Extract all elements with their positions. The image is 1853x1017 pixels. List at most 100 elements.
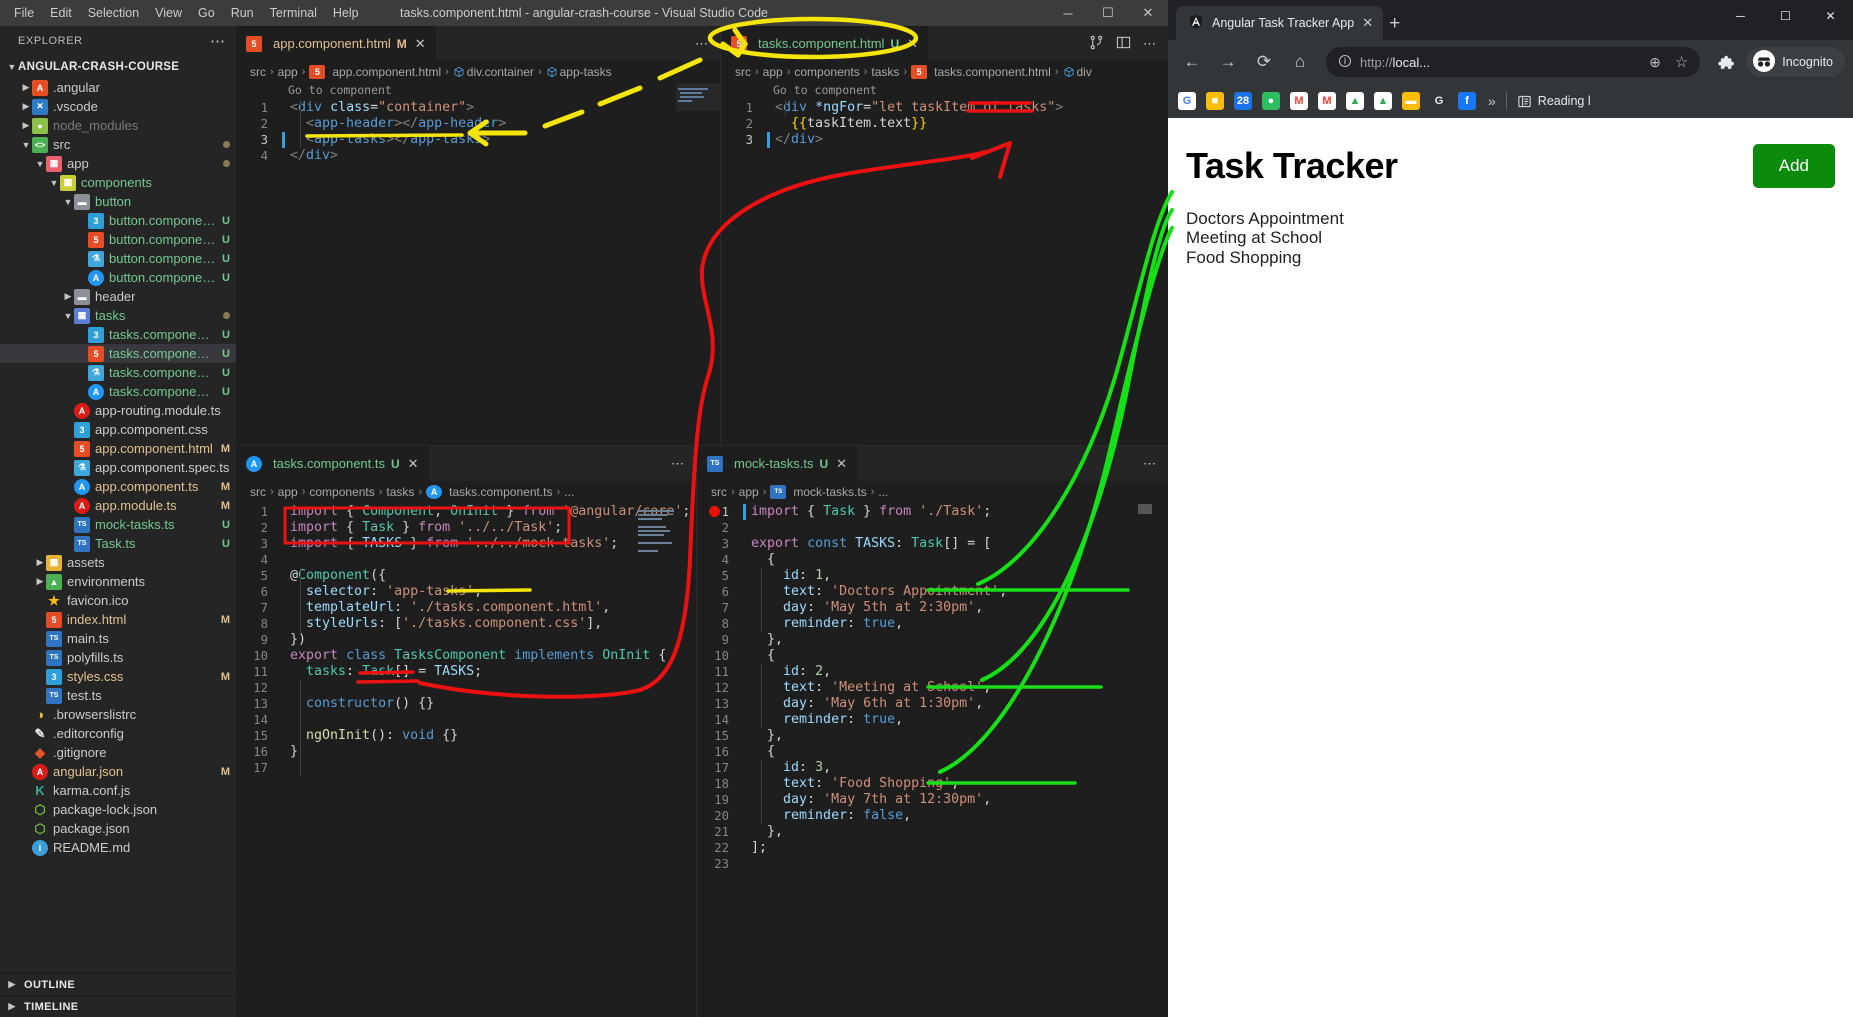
breadcrumb-item[interactable]: src [735,65,751,79]
code-line[interactable]: 8 styleUrls: ['./tasks.component.css'], [236,616,696,632]
explorer-more-icon[interactable]: ⋯ [210,32,226,50]
reading-list-button[interactable]: Reading l [1517,94,1591,109]
project-root-row[interactable]: ▼ ANGULAR-CRASH-COURSE [0,56,236,78]
code-line[interactable]: 7 templateUrl: './tasks.component.html', [236,600,696,616]
browser-close-button[interactable]: ✕ [1808,0,1853,32]
menu-view[interactable]: View [147,3,190,23]
code-line[interactable]: 13 day: 'May 6th at 1:30pm', [697,696,1168,712]
tree-file-favicon-ico[interactable]: ▶★favicon.ico [0,591,236,610]
tree-folder-button[interactable]: ▼ ▬ button [0,192,236,211]
code-line[interactable]: 13 constructor() {} [236,696,696,712]
code-line[interactable]: 6 selector: 'app-tasks', [236,584,696,600]
tab-close-icon[interactable]: ✕ [408,456,419,472]
scrollbar-top-left[interactable] [691,83,705,445]
editor-split-divider-vertical[interactable] [720,26,721,445]
breadcrumb-item[interactable]: src [711,485,727,499]
code-line[interactable]: 16} [236,744,696,760]
zoom-icon[interactable]: ⊕ [1649,54,1661,71]
reload-button[interactable]: ⟳ [1248,46,1280,78]
tree-folder-environments[interactable]: ▶ ▲ environments [0,572,236,591]
gmail-bookmark-1[interactable]: M [1290,92,1308,110]
menu-selection[interactable]: Selection [80,3,147,23]
breadcrumb-item[interactable]: tasks [871,65,899,79]
code-line[interactable]: 4 </div> [236,148,720,164]
tree-file-button-component-ts[interactable]: ▶Abutton.component.tsU [0,268,236,287]
bookmark-star-icon[interactable]: ☆ [1675,53,1688,71]
tree-file-button-component-html[interactable]: ▶5button.component.htmlU [0,230,236,249]
keep-bookmark[interactable]: ■ [1206,92,1224,110]
tree-folder-node-modules[interactable]: ▶ ● node_modules [0,116,236,135]
split-editor-icon[interactable] [1089,35,1104,53]
menu-run[interactable]: Run [223,3,262,23]
breakpoint-icon[interactable] [709,506,720,517]
google-g-bookmark[interactable]: G [1430,92,1448,110]
puzzle-icon[interactable] [1710,46,1742,78]
drive-bookmark-2[interactable]: ▲ [1374,92,1392,110]
code-line[interactable]: 3 import { TASKS } from '../../mock-tasks… [236,536,696,552]
tab-mock-tasks-ts[interactable]: TS mock-tasks.ts U ✕ [697,446,859,481]
evernote-bookmark[interactable]: ● [1262,92,1280,110]
code-line[interactable]: 9}) [236,632,696,648]
breadcrumb-item[interactable]: app [739,485,759,499]
tree-folder-assets[interactable]: ▶ ▦ assets [0,553,236,572]
tree-folder--angular[interactable]: ▶ A .angular [0,78,236,97]
tree-folder-src[interactable]: ▼ <> src [0,135,236,154]
breadcrumb-item[interactable]: div [1063,65,1092,79]
browser-maximize-button[interactable]: ☐ [1763,0,1808,32]
breadcrumb-item[interactable]: ... [564,485,574,499]
breadcrumb-item[interactable]: app [278,65,298,79]
menu-file[interactable]: File [6,3,42,23]
tree-file-button-component-css[interactable]: ▶3button.component.cssU [0,211,236,230]
code-line[interactable]: 9 }, [697,632,1168,648]
code-top-left[interactable]: Go to component 1 <div class="container">… [236,83,720,445]
gmail-bookmark-2[interactable]: M [1318,92,1336,110]
tree-file-task-ts[interactable]: ▶TSTask.tsU [0,534,236,553]
minimize-button[interactable]: ─ [1048,0,1088,26]
code-line[interactable]: 2 {{taskItem.text}} [721,116,1168,132]
code-line[interactable]: 10 { [697,648,1168,664]
layout-icon[interactable] [1116,35,1131,53]
tree-file-test-ts[interactable]: ▶TStest.ts [0,686,236,705]
code-line[interactable]: 2 [697,520,1168,536]
tree-file-app-component-css[interactable]: ▶3app.component.css [0,420,236,439]
more-actions-icon[interactable]: ⋯ [1143,456,1156,472]
more-actions-icon[interactable]: ⋯ [671,456,684,472]
code-bottom-right[interactable]: 1 import { Task } from './Task'; 2 3 export … [697,503,1168,1017]
code-line[interactable]: 3 <app-tasks></app-tasks> [236,132,720,148]
menu-terminal[interactable]: Terminal [262,3,325,23]
more-actions-icon[interactable]: ⋯ [695,36,708,52]
tab-app-component-html[interactable]: 5 app.component.html M ✕ [236,26,437,61]
calendar-bookmark[interactable]: 28 [1234,92,1252,110]
new-tab-button[interactable]: + [1389,13,1400,40]
tree-folder-header[interactable]: ▶ ▬ header [0,287,236,306]
code-line[interactable]: 12 [236,680,696,696]
tree-file-app-module-ts[interactable]: ▶Aapp.module.tsM [0,496,236,515]
code-line[interactable]: 10 export class TasksComponent implements… [236,648,696,664]
code-line[interactable]: 15 }, [697,728,1168,744]
code-line[interactable]: 3 export const TASKS: Task[] = [ [697,536,1168,552]
tree-file-tasks-component-css[interactable]: ▶3tasks.component.cssU [0,325,236,344]
facebook-bookmark[interactable]: f [1458,92,1476,110]
tab-tasks-component-html[interactable]: 5 tasks.component.html U ✕ [721,26,930,61]
tab-close-icon[interactable]: ✕ [907,36,918,52]
code-line[interactable]: 5 id: 1, [697,568,1168,584]
code-line[interactable]: 4 [236,552,696,568]
code-bottom-left[interactable]: 1 import { Component, OnInit } from '@ang… [236,503,696,1017]
code-line[interactable]: 15 ngOnInit(): void {} [236,728,696,744]
tree-file-main-ts[interactable]: ▶TSmain.ts [0,629,236,648]
breadcrumb-item[interactable]: mock-tasks.ts [793,485,866,499]
timeline-panel[interactable]: ▶ TIMELINE [0,995,236,1017]
breadcrumb-item[interactable]: div.container [453,65,534,79]
menu-help[interactable]: Help [325,3,367,23]
code-line[interactable]: 2 import { Task } from '../../Task'; [236,520,696,536]
tree-file-package-lock-json[interactable]: ▶⬡package-lock.json [0,800,236,819]
code-line[interactable]: 22]; [697,840,1168,856]
drive-bookmark-1[interactable]: ▲ [1346,92,1364,110]
code-line[interactable]: 18 text: 'Food Shopping', [697,776,1168,792]
code-line[interactable]: 1 import { Task } from './Task'; [697,504,1168,520]
outline-panel[interactable]: ▶ OUTLINE [0,973,236,995]
tree-file-styles-css[interactable]: ▶3styles.cssM [0,667,236,686]
address-bar[interactable]: http://local... ⊕ ☆ [1326,47,1701,77]
tree-file-package-json[interactable]: ▶⬡package.json [0,819,236,838]
incognito-indicator[interactable]: Incognito [1746,47,1845,77]
